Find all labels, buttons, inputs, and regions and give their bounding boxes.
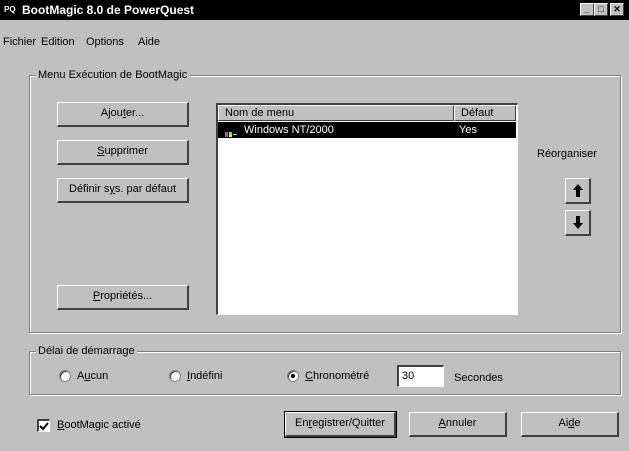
window-title: BootMagic 8.0 de PowerQuest bbox=[22, 3, 195, 17]
radio-timed[interactable] bbox=[287, 370, 299, 382]
add-label-a: Ajou bbox=[100, 107, 123, 119]
row-menu-name: Windows NT/2000 bbox=[244, 124, 334, 136]
windows-logo-icon bbox=[225, 132, 237, 137]
bootmagic-enabled-checkbox[interactable] bbox=[37, 419, 50, 432]
default-label-c: s. par défaut bbox=[114, 183, 176, 195]
close-icon: ✕ bbox=[613, 4, 621, 14]
list-header: Nom de menu Défaut bbox=[218, 105, 517, 122]
title-bar[interactable]: PQ BootMagic 8.0 de PowerQuest _ □ ✕ bbox=[0, 0, 629, 20]
menu-edition[interactable]: Edition bbox=[40, 33, 76, 51]
arrow-up-icon bbox=[573, 184, 583, 197]
cancel-label-a: A bbox=[438, 417, 446, 429]
add-label-c: er... bbox=[125, 107, 145, 119]
radio-none[interactable] bbox=[59, 370, 71, 382]
help-button[interactable]: Aide bbox=[521, 412, 619, 437]
column-header-menu-name[interactable]: Nom de menu bbox=[218, 105, 454, 121]
radio-timed-label[interactable]: Chronométré bbox=[305, 369, 369, 383]
enabled-label-b: ootMagic activé bbox=[64, 419, 141, 431]
seconds-label: Secondes bbox=[454, 372, 503, 384]
bootmagic-enabled-label[interactable]: BootMagic activé bbox=[57, 418, 141, 432]
none-label-c: cun bbox=[90, 370, 109, 382]
add-button[interactable]: Ajouter... bbox=[57, 102, 189, 127]
props-label-b: ropriétés... bbox=[100, 290, 153, 302]
minimize-icon: _ bbox=[584, 4, 590, 14]
radio-none-label[interactable]: Aucun bbox=[77, 369, 108, 383]
default-label-a: Définir s bbox=[69, 183, 110, 195]
cancel-label-b: nnuler bbox=[445, 417, 477, 429]
timed-label-b: hronométré bbox=[312, 370, 370, 382]
close-button[interactable]: ✕ bbox=[610, 3, 624, 16]
properties-button[interactable]: Propriétés... bbox=[57, 285, 189, 310]
boot-menu-group-title: Menu Exécution de BootMagic bbox=[36, 68, 190, 82]
row-default: Yes bbox=[459, 124, 477, 136]
timed-label-a: C bbox=[305, 370, 313, 382]
menu-aide[interactable]: Aide bbox=[137, 33, 161, 51]
column-header-default[interactable]: Défaut bbox=[454, 105, 516, 121]
set-default-button[interactable]: Définir sys. par défaut bbox=[57, 178, 189, 203]
save-label-c: egistrer/Quitter bbox=[312, 417, 385, 429]
menu-bar: Fichier Edition Options Aide bbox=[0, 33, 629, 51]
undef-label-b: ndéfini bbox=[190, 370, 223, 382]
radio-undefined[interactable] bbox=[169, 370, 181, 382]
checkmark-icon bbox=[39, 422, 49, 431]
save-quit-button[interactable]: Enregistrer/Quitter bbox=[284, 411, 397, 438]
menu-fichier[interactable]: Fichier bbox=[2, 33, 37, 51]
delete-button[interactable]: Supprimer bbox=[57, 140, 189, 165]
radio-undefined-label[interactable]: Indéfini bbox=[187, 369, 222, 383]
maximize-button[interactable]: □ bbox=[594, 3, 608, 16]
arrow-down-icon bbox=[573, 216, 583, 229]
app-icon: PQ bbox=[4, 5, 16, 14]
move-up-button[interactable] bbox=[565, 178, 591, 204]
move-down-button[interactable] bbox=[565, 210, 591, 236]
seconds-input[interactable]: 30 bbox=[397, 365, 444, 387]
boot-menu-list[interactable]: Nom de menu Défaut Windows NT/2000 Yes bbox=[216, 103, 518, 315]
help-label-c: e bbox=[574, 417, 581, 429]
boot-delay-group-title: Délai de démarrage bbox=[36, 344, 137, 358]
reorder-label: Réorganiser bbox=[537, 148, 597, 160]
help-label-a: Ai bbox=[558, 417, 569, 429]
minimize-button[interactable]: _ bbox=[580, 3, 594, 16]
save-label-a: En bbox=[295, 417, 309, 429]
delete-label-b: upprimer bbox=[104, 145, 148, 157]
maximize-icon: □ bbox=[598, 4, 604, 14]
list-row[interactable]: Windows NT/2000 Yes bbox=[218, 122, 516, 138]
bootmagic-window: PQ BootMagic 8.0 de PowerQuest _ □ ✕ Fic… bbox=[0, 0, 629, 451]
cancel-button[interactable]: Annuler bbox=[409, 412, 507, 437]
menu-options[interactable]: Options bbox=[85, 33, 125, 51]
